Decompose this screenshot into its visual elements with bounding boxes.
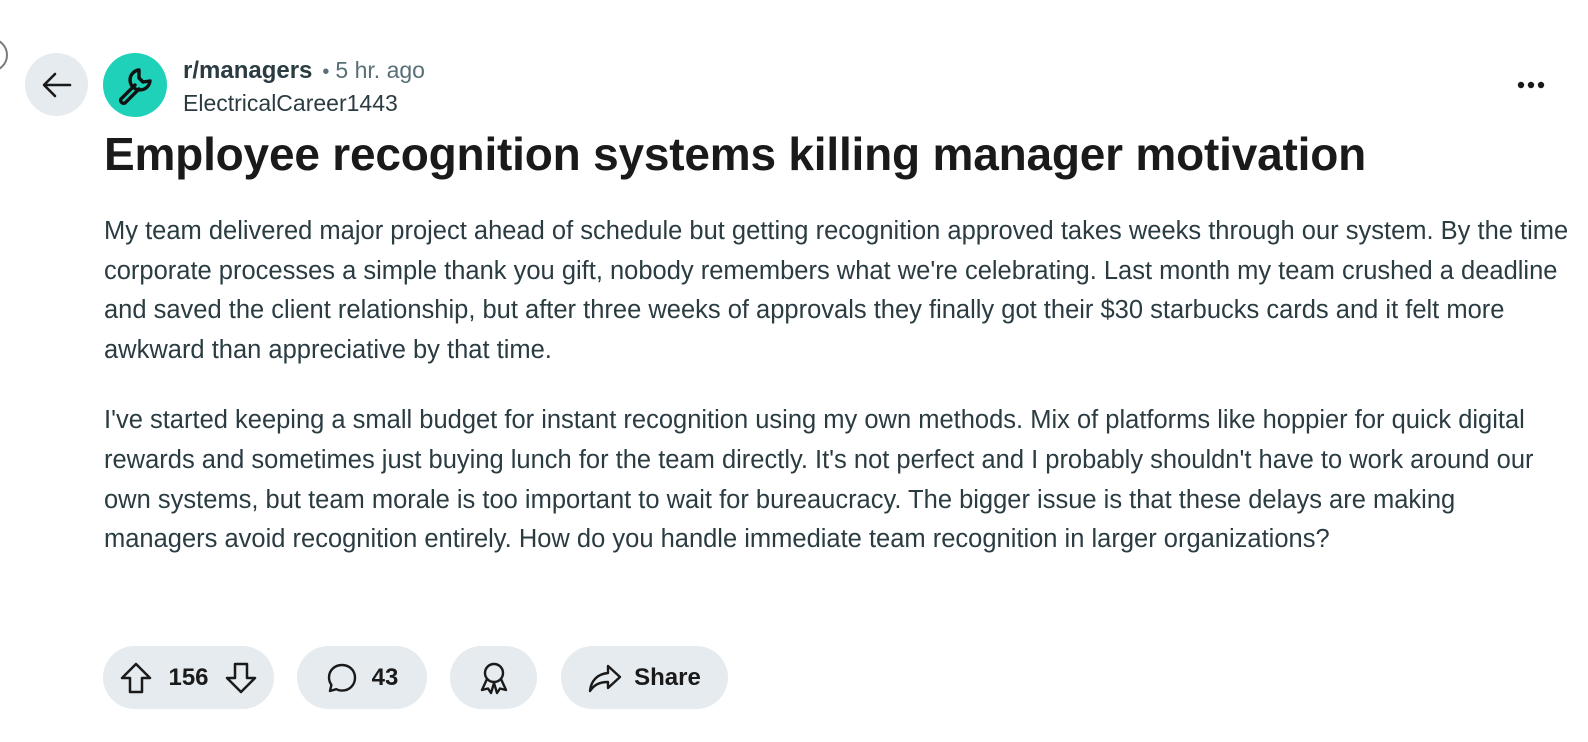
post-paragraph: My team delivered major project ahead of… [104,217,1569,364]
comment-count: 43 [371,663,399,691]
wrench-icon [119,68,152,105]
subreddit-name[interactable]: r/managers [183,56,312,86]
ellipsis-icon [1517,81,1545,89]
vote-bar: 156 [103,646,274,709]
post-body: My team delivered major project ahead of… [104,212,1574,591]
meta-separator: • [322,61,330,83]
post-title: Employee recognition systems killing man… [104,128,1366,180]
upvote-button[interactable] [119,661,153,695]
share-arrow-icon [588,664,622,692]
subreddit-avatar[interactable] [103,53,167,117]
share-button[interactable]: Share [561,646,728,709]
post-page: r/managers • 5 hr. ago ElectricalCareer1… [0,0,1588,742]
post-author[interactable]: ElectricalCareer1443 [183,87,425,119]
post-actions: 156 43 Share [103,646,728,709]
back-button[interactable] [25,53,88,116]
speech-bubble-icon [327,663,356,692]
share-label: Share [634,663,701,691]
partial-circle-icon[interactable] [0,38,8,72]
comments-button[interactable]: 43 [297,646,427,709]
award-ribbon-icon [480,662,507,694]
downvote-button[interactable] [224,661,258,695]
more-options-button[interactable] [1508,68,1554,102]
arrow-down-icon [225,662,257,693]
arrow-up-icon [120,662,152,693]
award-button[interactable] [450,646,537,709]
vote-score: 156 [168,663,209,691]
post-meta: r/managers • 5 hr. ago ElectricalCareer1… [183,55,425,119]
post-time: 5 hr. ago [335,57,425,83]
arrow-left-icon [42,72,71,97]
post-paragraph: I've started keeping a small budget for … [104,406,1534,554]
